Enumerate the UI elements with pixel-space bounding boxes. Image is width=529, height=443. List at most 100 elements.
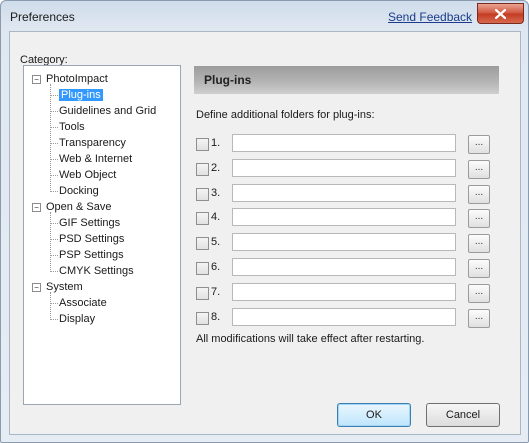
folder-enable-checkbox[interactable] xyxy=(196,262,209,275)
browse-button[interactable]: ... xyxy=(468,159,490,179)
folder-row: 3.... xyxy=(196,183,501,206)
tree-group-open-save[interactable]: Open & Save xyxy=(46,199,111,215)
tree-item-guidelines-and-grid[interactable]: Guidelines and Grid xyxy=(59,103,156,119)
tree-label: CMYK Settings xyxy=(59,265,134,277)
tree-label: Associate xyxy=(59,297,107,309)
folder-row: 6.... xyxy=(196,258,501,280)
folder-row: 1.... xyxy=(196,134,501,156)
folder-path-input[interactable] xyxy=(232,282,456,301)
tree-connector xyxy=(50,223,58,224)
tree-connector xyxy=(50,212,51,272)
cancel-button[interactable]: Cancel xyxy=(426,403,500,427)
tree-connector xyxy=(50,255,58,256)
panel-header: Plug-ins xyxy=(194,66,499,94)
folder-row: 8.... xyxy=(196,307,501,330)
folder-number: 3. xyxy=(211,186,221,199)
folder-enable-checkbox[interactable] xyxy=(196,311,209,325)
browse-button[interactable]: ... xyxy=(468,283,490,303)
folder-enable-checkbox[interactable] xyxy=(196,187,209,201)
tree-item-cmyk-settings[interactable]: CMYK Settings xyxy=(59,263,134,279)
panel-title: Plug-ins xyxy=(204,73,252,87)
tree-label: Display xyxy=(59,313,96,325)
tree-label: Tools xyxy=(59,121,85,133)
tree-label: Guidelines and Grid xyxy=(59,105,157,117)
tree-connector xyxy=(50,175,58,176)
folder-enable-checkbox[interactable] xyxy=(196,286,209,300)
folder-row: 5.... xyxy=(196,233,501,255)
folder-number: 7. xyxy=(211,285,221,298)
restart-note: All modifications will take effect after… xyxy=(196,333,425,345)
tree-label: Docking xyxy=(59,185,99,197)
tree-label: GIF Settings xyxy=(59,217,121,229)
browse-button[interactable]: ... xyxy=(468,234,490,254)
tree-group-system[interactable]: System xyxy=(46,279,83,295)
collapse-toggle-icon[interactable]: − xyxy=(32,283,41,292)
collapse-toggle-icon[interactable]: − xyxy=(32,75,41,84)
close-icon xyxy=(495,8,506,19)
close-button[interactable] xyxy=(477,3,524,24)
tree-connector xyxy=(50,303,58,304)
tree-connector xyxy=(50,84,51,192)
tree-item-associate[interactable]: Associate xyxy=(59,295,107,311)
folder-number: 8. xyxy=(211,310,221,323)
folder-row: 4.... xyxy=(196,208,501,230)
tree-connector xyxy=(50,95,58,96)
folder-path-input[interactable] xyxy=(232,134,456,152)
tree-connector xyxy=(50,111,58,112)
tree-label: System xyxy=(46,281,83,293)
tree-item-display[interactable]: Display xyxy=(59,311,95,327)
tree-item-psd-settings[interactable]: PSD Settings xyxy=(59,231,124,247)
tree-connector xyxy=(50,127,58,128)
tree-label: Transparency xyxy=(59,137,126,149)
send-feedback-link[interactable]: Send Feedback xyxy=(388,10,472,24)
tree-item-docking[interactable]: Docking xyxy=(59,183,99,199)
category-tree[interactable]: − PhotoImpact Plug-ins Guidelines and Grid T… xyxy=(23,65,181,405)
browse-button[interactable]: ... xyxy=(468,184,490,204)
tree-connector xyxy=(50,239,58,240)
window-title: Preferences xyxy=(10,10,75,24)
tree-item-web-internet[interactable]: Web & Internet xyxy=(59,151,132,167)
tree-label: PSD Settings xyxy=(59,233,125,245)
browse-button[interactable]: ... xyxy=(468,259,490,278)
tree-group-photoimpact[interactable]: PhotoImpact xyxy=(46,71,108,87)
tree-item-psp-settings[interactable]: PSP Settings xyxy=(59,247,124,263)
folder-path-input[interactable] xyxy=(232,158,456,177)
tree-label: Web & Internet xyxy=(59,153,133,165)
folder-row: 2.... xyxy=(196,158,501,181)
tree-item-transparency[interactable]: Transparency xyxy=(59,135,126,151)
folder-path-input[interactable] xyxy=(232,307,456,326)
tree-label: PhotoImpact xyxy=(46,73,108,85)
folder-enable-checkbox[interactable] xyxy=(196,138,209,151)
browse-button[interactable]: ... xyxy=(468,209,490,229)
tree-connector xyxy=(50,319,58,320)
collapse-toggle-icon[interactable]: − xyxy=(32,203,41,212)
folder-path-input[interactable] xyxy=(232,183,456,202)
tree-item-plug-ins[interactable]: Plug-ins xyxy=(59,87,103,103)
folder-enable-checkbox[interactable] xyxy=(196,237,209,251)
browse-button[interactable]: ... xyxy=(468,135,490,154)
tree-connector xyxy=(50,292,51,320)
tree-item-gif-settings[interactable]: GIF Settings xyxy=(59,215,120,231)
folder-enable-checkbox[interactable] xyxy=(196,212,209,226)
folder-number: 1. xyxy=(211,137,221,149)
tree-label: Web Object xyxy=(59,169,117,181)
tree-label: Open & Save xyxy=(46,201,112,213)
ok-button[interactable]: OK xyxy=(337,403,411,427)
folder-number: 2. xyxy=(211,161,221,174)
tree-connector xyxy=(50,143,58,144)
tree-connector xyxy=(50,191,58,192)
browse-button[interactable]: ... xyxy=(468,308,490,328)
panel-description: Define additional folders for plug-ins: xyxy=(196,109,375,121)
folder-path-input[interactable] xyxy=(232,258,456,276)
folder-enable-checkbox[interactable] xyxy=(196,162,209,176)
tree-label: PSP Settings xyxy=(59,249,124,261)
folder-path-input[interactable] xyxy=(232,233,456,252)
tree-item-tools[interactable]: Tools xyxy=(59,119,85,135)
title-bar: Preferences Send Feedback xyxy=(1,1,528,31)
tree-connector xyxy=(50,271,58,272)
preferences-dialog: Preferences Send Feedback Category: − Pho… xyxy=(0,0,529,443)
tree-item-web-object[interactable]: Web Object xyxy=(59,167,116,183)
tree-label: Plug-ins xyxy=(59,89,103,101)
folder-number: 5. xyxy=(211,236,221,249)
folder-path-input[interactable] xyxy=(232,208,456,227)
